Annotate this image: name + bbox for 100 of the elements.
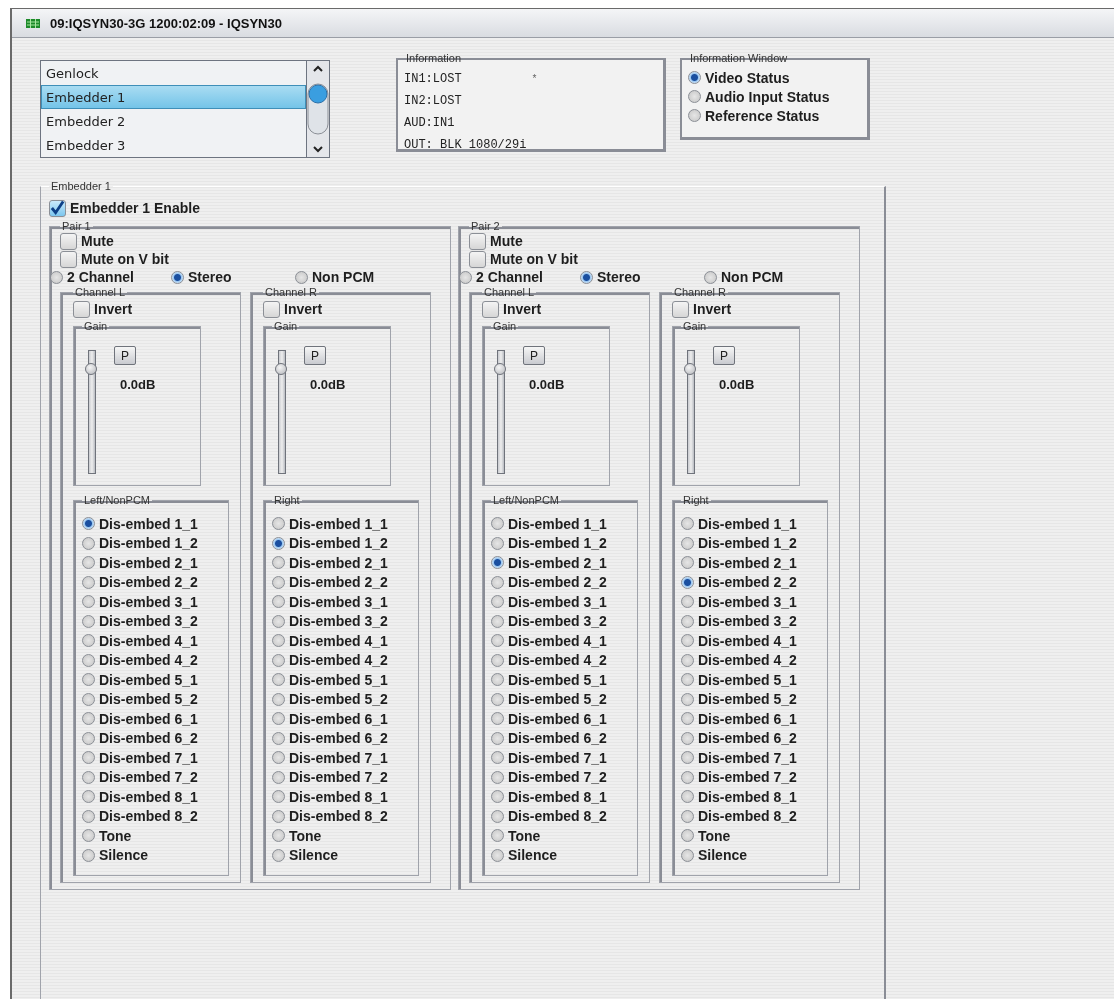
radio-button[interactable] (272, 712, 285, 726)
radio-button[interactable] (272, 692, 285, 706)
radio-button[interactable] (681, 712, 694, 726)
checkbox[interactable] (263, 300, 280, 318)
checkbox[interactable] (672, 300, 689, 318)
radio-button[interactable] (272, 634, 285, 648)
radio-button[interactable] (82, 770, 95, 784)
radio-button[interactable] (272, 595, 285, 609)
slider-thumb[interactable] (684, 363, 696, 376)
radio-button[interactable] (82, 634, 95, 648)
radio-button[interactable] (681, 595, 694, 609)
radio-button[interactable] (82, 790, 95, 804)
radio-button[interactable] (681, 575, 694, 589)
scrollbar[interactable] (306, 61, 329, 157)
radio-button[interactable] (491, 809, 504, 823)
radio-button[interactable] (491, 848, 504, 862)
radio-button[interactable] (82, 517, 95, 531)
radio-button[interactable] (82, 595, 95, 609)
radio-button[interactable] (681, 673, 694, 687)
radio-button[interactable] (681, 790, 694, 804)
radio-button[interactable] (681, 536, 694, 550)
radio-button[interactable] (681, 809, 694, 823)
slider-thumb[interactable] (85, 363, 97, 376)
checkbox[interactable] (49, 199, 66, 217)
radio-button[interactable] (272, 770, 285, 784)
checkbox[interactable] (482, 300, 499, 318)
radio-button[interactable] (82, 712, 95, 726)
radio-button[interactable] (681, 614, 694, 628)
radio-button[interactable] (681, 692, 694, 706)
radio-button[interactable] (82, 673, 95, 687)
radio-button[interactable] (272, 614, 285, 628)
radio-button[interactable] (272, 848, 285, 862)
radio-button[interactable] (272, 790, 285, 804)
radio-button[interactable] (491, 731, 504, 745)
radio-button[interactable] (272, 751, 285, 765)
radio-button[interactable] (82, 848, 95, 862)
radio-button[interactable] (681, 634, 694, 648)
preset-button[interactable]: P (523, 346, 545, 365)
radio-button[interactable] (491, 712, 504, 726)
preset-button[interactable]: P (304, 346, 326, 365)
radio-button[interactable] (491, 673, 504, 687)
radio-button[interactable] (681, 731, 694, 745)
radio-button[interactable] (681, 829, 694, 843)
radio-button[interactable] (171, 270, 184, 284)
preset-button[interactable]: P (114, 346, 136, 365)
list-item[interactable]: Embedder 3 (41, 133, 306, 157)
radio-button[interactable] (491, 790, 504, 804)
checkbox[interactable] (60, 250, 77, 268)
radio-button[interactable] (491, 653, 504, 667)
list-item[interactable]: Embedder 2 (41, 109, 306, 133)
radio-button[interactable] (272, 829, 285, 843)
radio-button[interactable] (491, 770, 504, 784)
radio-button[interactable] (688, 71, 701, 84)
scroll-down-icon[interactable] (312, 145, 324, 153)
radio-button[interactable] (82, 731, 95, 745)
radio-button[interactable] (491, 575, 504, 589)
checkbox[interactable] (469, 250, 486, 268)
radio-button[interactable] (272, 809, 285, 823)
radio-button[interactable] (82, 653, 95, 667)
checkbox[interactable] (469, 232, 486, 250)
radio-button[interactable] (295, 270, 308, 284)
checkbox[interactable] (60, 232, 77, 250)
radio-button[interactable] (688, 90, 701, 103)
radio-button[interactable] (491, 595, 504, 609)
radio-button[interactable] (491, 556, 504, 570)
radio-button[interactable] (681, 770, 694, 784)
radio-button[interactable] (681, 556, 694, 570)
radio-button[interactable] (82, 556, 95, 570)
radio-button[interactable] (50, 270, 63, 284)
radio-button[interactable] (681, 848, 694, 862)
radio-button[interactable] (688, 109, 701, 122)
slider-thumb[interactable] (494, 363, 506, 376)
radio-button[interactable] (272, 673, 285, 687)
radio-button[interactable] (491, 536, 504, 550)
radio-button[interactable] (272, 536, 285, 550)
radio-button[interactable] (491, 517, 504, 531)
radio-button[interactable] (491, 751, 504, 765)
radio-button[interactable] (82, 809, 95, 823)
list-item[interactable]: Embedder 1 (41, 85, 306, 109)
radio-button[interactable] (82, 692, 95, 706)
radio-button[interactable] (82, 751, 95, 765)
radio-button[interactable] (681, 517, 694, 531)
radio-button[interactable] (491, 634, 504, 648)
scroll-thumb[interactable] (307, 83, 329, 135)
radio-button[interactable] (491, 829, 504, 843)
radio-button[interactable] (82, 575, 95, 589)
radio-button[interactable] (272, 653, 285, 667)
radio-button[interactable] (681, 653, 694, 667)
slider-thumb[interactable] (275, 363, 287, 376)
radio-button[interactable] (681, 751, 694, 765)
radio-button[interactable] (272, 731, 285, 745)
radio-button[interactable] (82, 829, 95, 843)
radio-button[interactable] (272, 556, 285, 570)
radio-button[interactable] (82, 536, 95, 550)
radio-button[interactable] (491, 614, 504, 628)
radio-button[interactable] (580, 270, 593, 284)
radio-button[interactable] (491, 692, 504, 706)
checkbox[interactable] (73, 300, 90, 318)
radio-button[interactable] (272, 517, 285, 531)
radio-button[interactable] (704, 270, 717, 284)
